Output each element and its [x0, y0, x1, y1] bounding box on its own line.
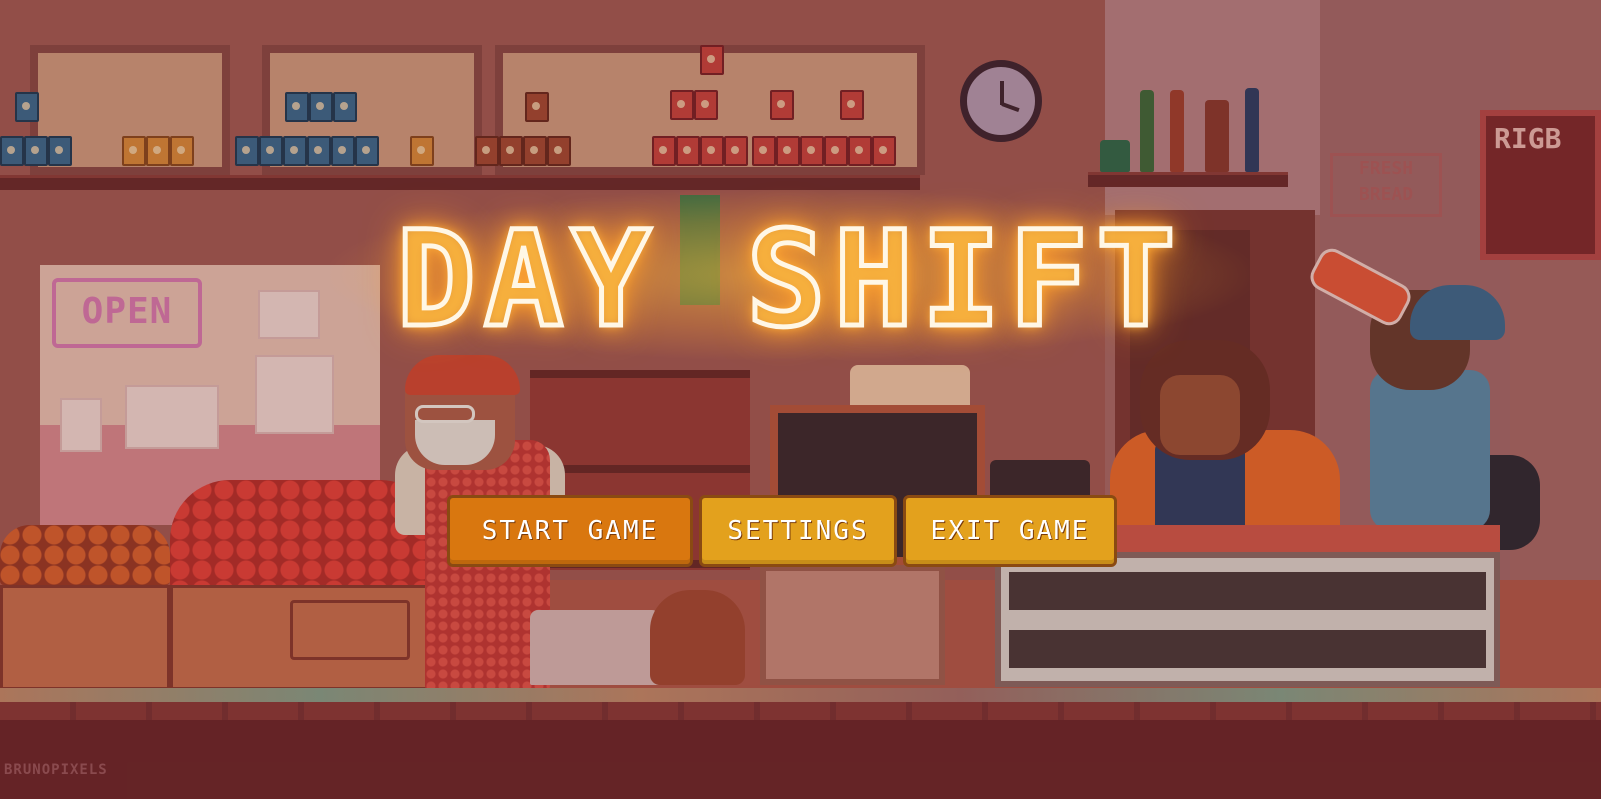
- can: [235, 136, 259, 166]
- top-shelf: [0, 175, 920, 190]
- bottle: [1170, 90, 1184, 172]
- can: [499, 136, 523, 166]
- can: [0, 136, 24, 166]
- open-sign: OPEN: [52, 278, 202, 348]
- case-row: [1009, 572, 1486, 610]
- clerk-face: [1160, 375, 1240, 455]
- counter-display-case: [995, 552, 1500, 687]
- can: [24, 136, 48, 166]
- bottle: [1205, 100, 1229, 172]
- can: [872, 136, 896, 166]
- flyer: [60, 398, 102, 452]
- can: [15, 92, 39, 122]
- bottle: [1245, 88, 1259, 172]
- can: [146, 136, 170, 166]
- can: [694, 90, 718, 120]
- can: [475, 136, 499, 166]
- customer-body: [1370, 370, 1490, 530]
- produce-crate: [0, 585, 170, 690]
- exit-game-button[interactable]: EXIT GAME: [903, 495, 1117, 567]
- can: [48, 136, 72, 166]
- can: [670, 90, 694, 120]
- can: [848, 136, 872, 166]
- grandpa-glasses: [415, 405, 475, 423]
- fresh-bread-sign: FRESH BREAD: [1330, 153, 1442, 217]
- can: [724, 136, 748, 166]
- can: [547, 136, 571, 166]
- can: [410, 136, 434, 166]
- grain-sack: [650, 590, 745, 685]
- can: [122, 136, 146, 166]
- main-menu: START GAME SETTINGS EXIT GAME: [447, 495, 1117, 567]
- game-scene: FRESH BREAD RIGB OPEN DAY SHIFT START GA…: [0, 0, 1601, 799]
- can: [355, 136, 379, 166]
- can: [307, 136, 331, 166]
- can: [824, 136, 848, 166]
- can: [309, 92, 333, 122]
- start-game-button[interactable]: START GAME: [447, 495, 693, 567]
- flyer: [255, 355, 334, 434]
- can: [700, 136, 724, 166]
- floor-edge: [0, 702, 1601, 720]
- bottle-shelf: [1088, 172, 1288, 187]
- can: [331, 136, 355, 166]
- floor-trim: [0, 688, 1601, 702]
- can: [776, 136, 800, 166]
- can: [259, 136, 283, 166]
- game-title: DAY SHIFT: [394, 203, 1184, 357]
- can: [676, 136, 700, 166]
- bottle: [1140, 90, 1154, 172]
- settings-button[interactable]: SETTINGS: [699, 495, 897, 567]
- artist-credit: BRUNOPIXELS: [4, 762, 108, 778]
- flour-bags: [530, 610, 660, 685]
- clock-minute-hand: [1001, 102, 1020, 113]
- can: [840, 90, 864, 120]
- can: [333, 92, 357, 122]
- can: [525, 92, 549, 122]
- can: [523, 136, 547, 166]
- shelf-row: [530, 370, 750, 378]
- can: [800, 136, 824, 166]
- can: [652, 136, 676, 166]
- orange-pile: [0, 525, 170, 585]
- can: [285, 92, 309, 122]
- can: [770, 90, 794, 120]
- crate-label: [290, 600, 410, 660]
- jar: [1100, 140, 1130, 172]
- can: [700, 45, 724, 75]
- clock-icon: [960, 60, 1042, 142]
- snack-case: [760, 565, 945, 685]
- wall-board: RIGB: [1480, 110, 1601, 260]
- title-container: DAY SHIFT: [300, 195, 1280, 365]
- grandpa-beard: [415, 420, 495, 465]
- can: [170, 136, 194, 166]
- case-row: [1009, 630, 1486, 668]
- can: [283, 136, 307, 166]
- can: [752, 136, 776, 166]
- flyer: [125, 385, 219, 449]
